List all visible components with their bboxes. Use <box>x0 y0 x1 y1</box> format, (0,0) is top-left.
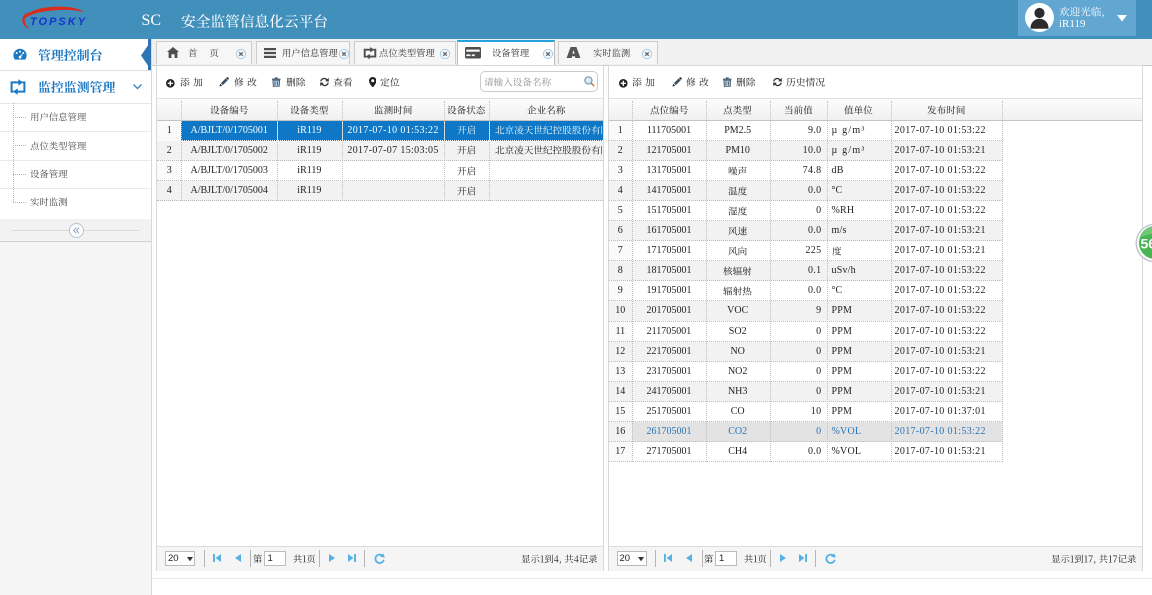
svg-text:56: 56 <box>1141 235 1152 251</box>
